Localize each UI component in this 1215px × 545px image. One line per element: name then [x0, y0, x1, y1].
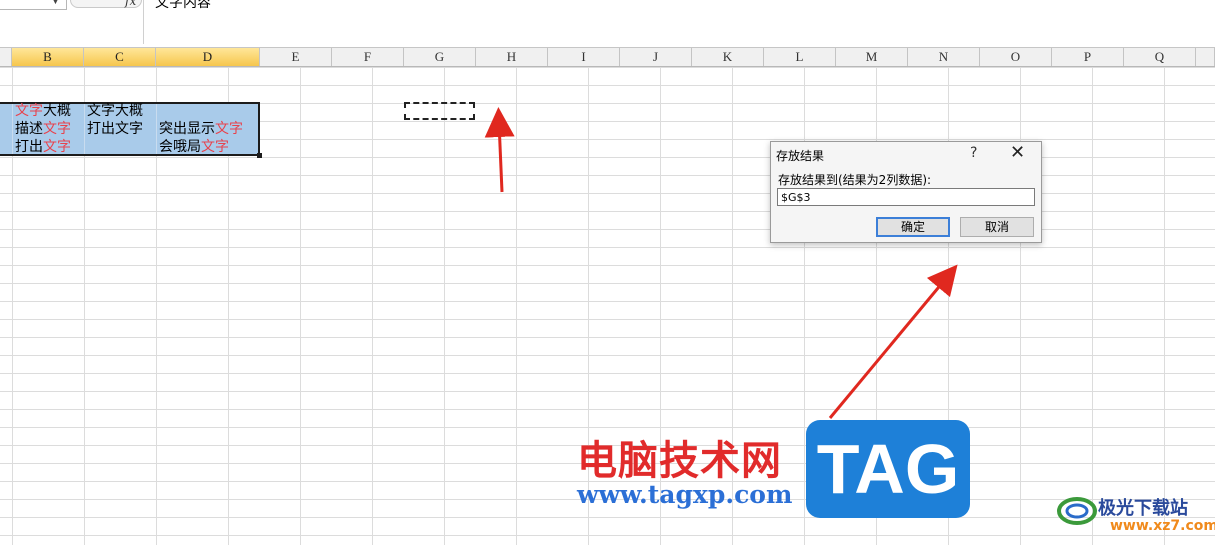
dialog-title: 存放结果: [776, 149, 825, 163]
fill-handle[interactable]: [257, 153, 262, 158]
column-header[interactable]: D: [156, 48, 260, 66]
cell-text: 打出: [15, 139, 43, 155]
cell-d2[interactable]: 突出显示文字: [159, 120, 243, 138]
cell-text: 描述: [15, 121, 43, 137]
store-result-dialog: 存放结果 ? ✕ 存放结果到(结果为2列数据): 确定 取消: [770, 141, 1042, 243]
target-cell-marquee[interactable]: [404, 102, 475, 120]
swirl-logo-icon: [1057, 497, 1097, 525]
site-name: 极光下载站: [1098, 498, 1188, 519]
formula-bar: ▼ fx 文字内容: [0, 0, 1215, 48]
column-header[interactable]: H: [476, 48, 548, 66]
cell-d3[interactable]: 会哦局文字: [159, 138, 229, 156]
column-header[interactable]: O: [980, 48, 1052, 66]
cell-text: 会哦局: [159, 139, 201, 155]
chevron-down-icon[interactable]: ▼: [52, 0, 59, 6]
column-header[interactable]: Q: [1124, 48, 1196, 66]
cell-text: 突出显示: [159, 121, 215, 137]
column-header[interactable]: F: [332, 48, 404, 66]
cell-b1[interactable]: 文字大概: [15, 102, 71, 120]
fx-icon[interactable]: fx: [125, 0, 136, 8]
watermark-url: www.tagxp.com: [577, 480, 793, 509]
cell-text-red: 文字: [15, 103, 43, 119]
cell-text-red: 文字: [215, 121, 243, 137]
dialog-label: 存放结果到(结果为2列数据):: [778, 173, 932, 187]
cancel-button[interactable]: 取消: [960, 217, 1034, 237]
column-header[interactable]: N: [908, 48, 980, 66]
close-icon[interactable]: ✕: [1010, 142, 1025, 163]
site-url: www.xz7.com: [1110, 518, 1215, 534]
column-header-partial[interactable]: [1196, 48, 1215, 66]
result-location-input[interactable]: [777, 188, 1035, 206]
divider: [143, 0, 144, 44]
column-header-row: B C D E F G H I J K L M N O P Q: [0, 48, 1215, 67]
column-header[interactable]: C: [84, 48, 156, 66]
cell-text-red: 文字: [43, 139, 71, 155]
cell-text: 大概: [43, 103, 71, 119]
column-header[interactable]: B: [12, 48, 84, 66]
column-header[interactable]: I: [548, 48, 620, 66]
column-header[interactable]: M: [836, 48, 908, 66]
cell-c2[interactable]: 打出文字: [87, 120, 143, 138]
cell-b3[interactable]: 打出文字: [15, 138, 71, 156]
column-header-a-partial[interactable]: [0, 48, 12, 66]
watermark-title: 电脑技术网: [577, 438, 782, 484]
cell-text-red: 文字: [43, 121, 71, 137]
cell-b2[interactable]: 描述文字: [15, 120, 71, 138]
watermark-tag-logo: TAG: [806, 420, 970, 518]
column-header[interactable]: G: [404, 48, 476, 66]
column-header[interactable]: E: [260, 48, 332, 66]
column-header[interactable]: P: [1052, 48, 1124, 66]
column-header[interactable]: K: [692, 48, 764, 66]
cell-c1[interactable]: 文字大概: [87, 102, 143, 120]
ok-button[interactable]: 确定: [876, 217, 950, 237]
cell-text-red: 文字: [201, 139, 229, 155]
column-header[interactable]: L: [764, 48, 836, 66]
help-icon[interactable]: ?: [970, 145, 977, 161]
column-header[interactable]: J: [620, 48, 692, 66]
formula-input[interactable]: 文字内容: [155, 0, 211, 12]
